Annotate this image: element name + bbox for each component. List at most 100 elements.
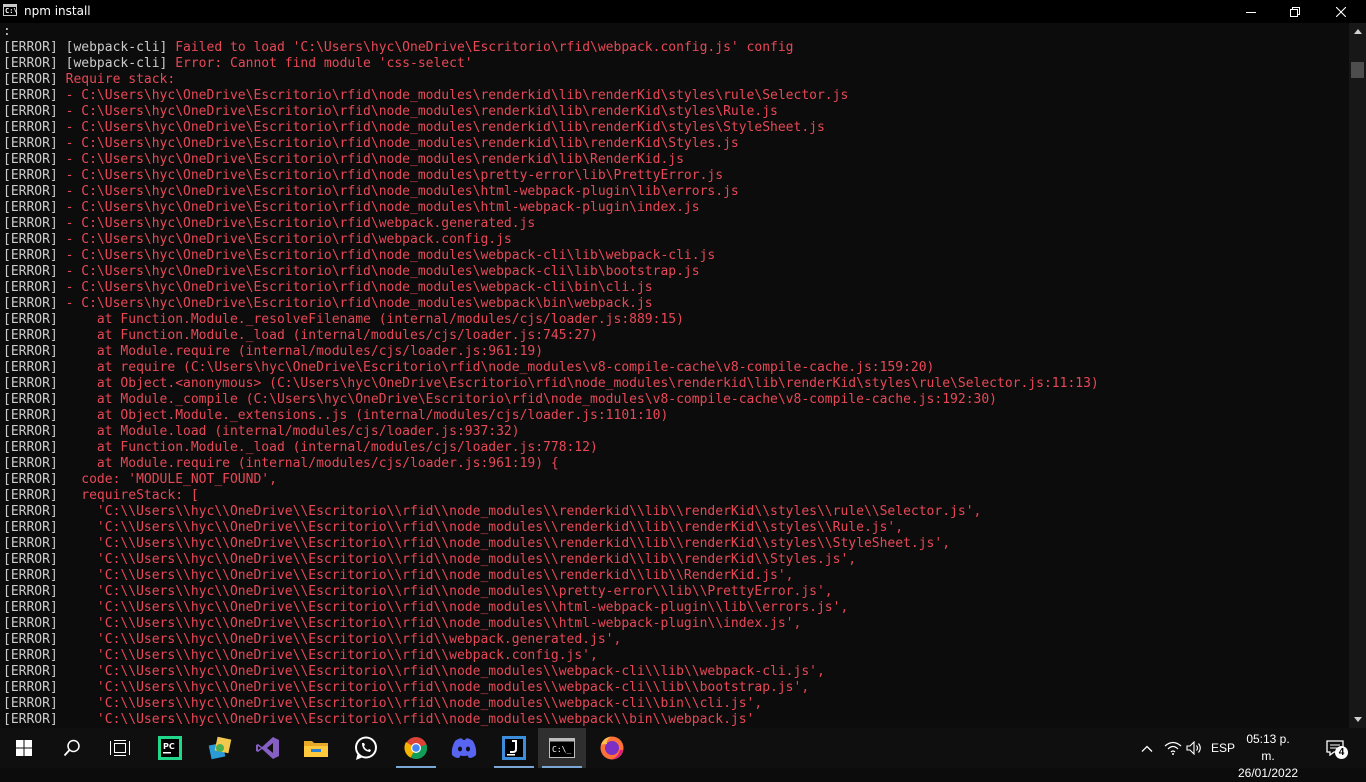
log-level-tag: [ERROR] <box>3 232 58 247</box>
log-source <box>58 216 66 231</box>
log-message: : <box>3 24 11 39</box>
window-title-bar[interactable]: C:\ npm install <box>0 0 1366 23</box>
log-message: 'C:\\Users\\hyc\\OneDrive\\Escritorio\\r… <box>65 712 755 727</box>
search-button[interactable] <box>48 728 96 768</box>
volume-button[interactable] <box>1184 728 1204 768</box>
console-line: [ERROR] 'C:\\Users\\hyc\\OneDrive\\Escri… <box>3 600 1099 616</box>
terminal-app[interactable]: C:\_ <box>538 728 586 768</box>
log-level-tag: [ERROR] <box>3 56 58 71</box>
log-source <box>58 456 66 471</box>
log-level-tag: [ERROR] <box>3 200 58 215</box>
search-icon <box>63 739 80 757</box>
log-message: 'C:\\Users\\hyc\\OneDrive\\Escritorio\\r… <box>65 648 598 663</box>
windows-logo-icon <box>16 740 32 756</box>
pycharm-app[interactable]: PC <box>146 728 194 768</box>
log-message: code: 'MODULE_NOT_FOUND', <box>65 472 277 487</box>
log-source <box>58 616 66 631</box>
file-explorer-app[interactable] <box>292 728 340 768</box>
network-button[interactable] <box>1162 728 1184 768</box>
console-line: [ERROR] 'C:\\Users\\hyc\\OneDrive\\Escri… <box>3 648 1099 664</box>
log-message: at Function.Module._load (internal/modul… <box>65 440 598 455</box>
log-level-tag: [ERROR] <box>3 648 58 663</box>
start-button[interactable] <box>0 728 48 768</box>
console-line: [ERROR] 'C:\\Users\\hyc\\OneDrive\\Escri… <box>3 680 1099 696</box>
discord-app[interactable] <box>440 728 488 768</box>
log-level-tag: [ERROR] <box>3 152 58 167</box>
console-line: [ERROR] - C:\Users\hyc\OneDrive\Escritor… <box>3 216 1099 232</box>
scroll-down-button[interactable] <box>1349 711 1366 728</box>
console-line: [ERROR] - C:\Users\hyc\OneDrive\Escritor… <box>3 104 1099 120</box>
console-app-icon[interactable]: C:\ <box>3 4 18 16</box>
scroll-up-button[interactable] <box>1349 23 1366 40</box>
log-message: - C:\Users\hyc\OneDrive\Escritorio\rfid\… <box>65 200 700 215</box>
log-message: 'C:\\Users\\hyc\\OneDrive\\Escritorio\\r… <box>65 600 849 615</box>
log-level-tag: [ERROR] <box>3 280 58 295</box>
console-line: [ERROR] 'C:\\Users\\hyc\\OneDrive\\Escri… <box>3 536 1099 552</box>
log-source <box>58 664 66 679</box>
log-message: - C:\Users\hyc\OneDrive\Escritorio\rfid\… <box>65 88 849 103</box>
log-level-tag: [ERROR] <box>3 680 58 695</box>
log-level-tag: [ERROR] <box>3 584 58 599</box>
console-output[interactable]: : [ERROR] [webpack-cli] Failed to load 'C… <box>0 23 1349 728</box>
log-source <box>58 152 66 167</box>
console-line: [ERROR] - C:\Users\hyc\OneDrive\Escritor… <box>3 264 1099 280</box>
log-message: Require stack: <box>65 72 176 87</box>
paint-icon <box>208 736 232 760</box>
console-line: [ERROR] 'C:\\Users\\hyc\\OneDrive\\Escri… <box>3 712 1099 728</box>
console-line: [ERROR] - C:\Users\hyc\OneDrive\Escritor… <box>3 200 1099 216</box>
restore-button[interactable] <box>1272 0 1318 23</box>
task-view-button[interactable] <box>96 728 144 768</box>
log-message: - C:\Users\hyc\OneDrive\Escritorio\rfid\… <box>65 152 684 167</box>
log-level-tag: [ERROR] <box>3 600 58 615</box>
console-line: [ERROR] requireStack: [ <box>3 488 1099 504</box>
firefox-icon <box>600 736 624 760</box>
log-message: - C:\Users\hyc\OneDrive\Escritorio\rfid\… <box>65 248 716 263</box>
firefox-app[interactable] <box>588 728 636 768</box>
log-level-tag: [ERROR] <box>3 88 58 103</box>
log-message: 'C:\\Users\\hyc\\OneDrive\\Escritorio\\r… <box>65 680 810 695</box>
visual-studio-app[interactable] <box>244 728 292 768</box>
close-icon <box>1336 6 1346 17</box>
log-source <box>58 584 66 599</box>
log-source <box>58 264 66 279</box>
console-line: [ERROR] at Module._compile (C:\Users\hyc… <box>3 392 1099 408</box>
log-source <box>58 360 66 375</box>
discord-icon <box>451 738 477 758</box>
log-message: at require (C:\Users\hyc\OneDrive\Escrit… <box>65 360 935 375</box>
language-indicator[interactable]: ESP <box>1208 728 1238 768</box>
minimize-button[interactable] <box>1228 0 1274 23</box>
chrome-icon <box>404 737 428 760</box>
log-level-tag: [ERROR] <box>3 488 58 503</box>
log-level-tag: [ERROR] <box>3 120 58 135</box>
show-hidden-icons-button[interactable] <box>1137 728 1157 768</box>
log-level-tag: [ERROR] <box>3 360 58 375</box>
log-level-tag: [ERROR] <box>3 696 58 711</box>
clock-time: 05:13 p. m. <box>1246 732 1290 763</box>
console-line: [ERROR] at Module.load (internal/modules… <box>3 424 1099 440</box>
window-title: npm install <box>24 4 91 18</box>
chrome-app[interactable] <box>392 728 440 768</box>
paint-app[interactable] <box>196 728 244 768</box>
console-line: [ERROR] 'C:\\Users\\hyc\\OneDrive\\Escri… <box>3 584 1099 600</box>
log-message: - C:\Users\hyc\OneDrive\Escritorio\rfid\… <box>65 104 778 119</box>
console-line: : <box>3 24 1099 40</box>
log-level-tag: [ERROR] <box>3 248 58 263</box>
log-level-tag: [ERROR] <box>3 552 58 567</box>
log-source <box>58 648 66 663</box>
clock[interactable]: 05:13 p. m. 26/01/2022 <box>1238 731 1298 782</box>
scroll-thumb[interactable] <box>1351 62 1364 78</box>
whatsapp-app[interactable] <box>342 728 390 768</box>
log-source <box>58 296 66 311</box>
log-source <box>58 376 66 391</box>
log-source <box>58 104 66 119</box>
log-message: at Function.Module._load (internal/modul… <box>65 328 598 343</box>
log-source <box>58 232 66 247</box>
chevron-up-icon <box>1353 29 1362 34</box>
console-line: [ERROR] - C:\Users\hyc\OneDrive\Escritor… <box>3 296 1099 312</box>
close-button[interactable] <box>1318 0 1364 23</box>
log-source <box>58 72 66 87</box>
vertical-scrollbar[interactable] <box>1349 23 1366 728</box>
log-message: - C:\Users\hyc\OneDrive\Escritorio\rfid\… <box>65 136 739 151</box>
log-source <box>58 504 66 519</box>
jetbrains-app[interactable] <box>490 728 538 768</box>
